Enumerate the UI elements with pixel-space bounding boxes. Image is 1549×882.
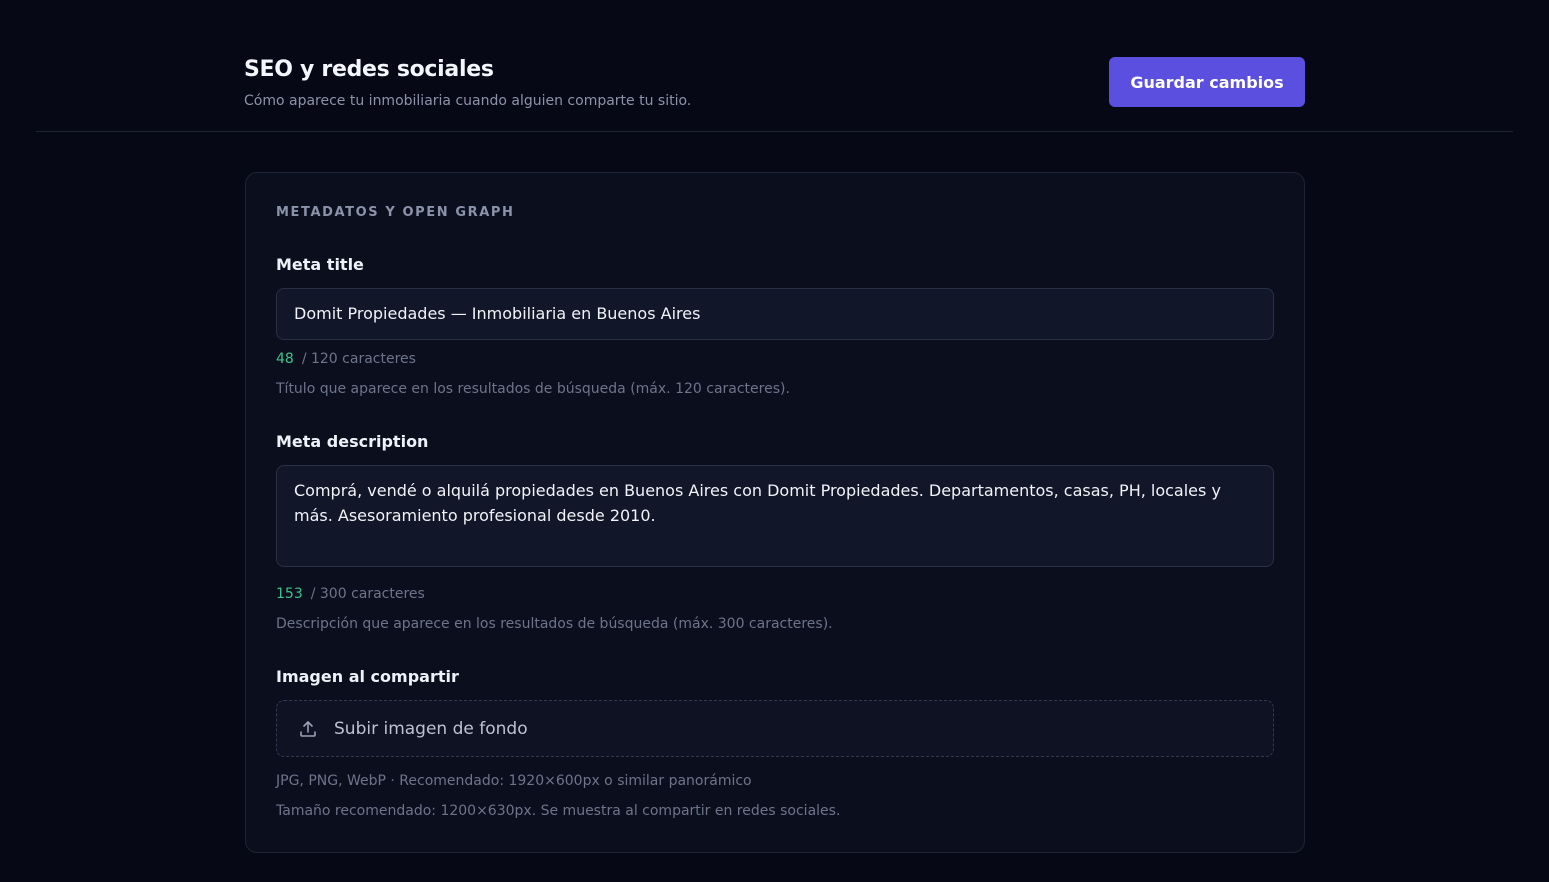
meta-title-limit: / 120 caracteres [301,351,416,367]
page-header: SEO y redes sociales Cómo aparece tu inm… [244,57,1305,117]
upload-label: Subir imagen de fondo [334,718,528,739]
meta-title-help: Título que aparece en los resultados de … [276,381,790,397]
meta-description-counter: 153 / 300 caracteres [276,586,425,602]
share-image-upload[interactable]: Subir imagen de fondo [276,700,1274,757]
meta-description-label: Meta description [276,432,429,451]
section-title: METADATOS Y OPEN GRAPH [276,205,515,220]
header-divider [36,131,1513,132]
page-title: SEO y redes sociales [244,57,494,82]
meta-description-count: 153 [276,586,303,602]
share-image-label: Imagen al compartir [276,667,459,686]
meta-title-count: 48 [276,351,294,367]
meta-description-textarea[interactable]: Comprá, vendé o alquilá propiedades en B… [276,465,1274,567]
seo-card: METADATOS Y OPEN GRAPH Meta title Domit … [245,172,1305,853]
share-image-size-hint: Tamaño recomendado: 1200×630px. Se muest… [276,803,841,819]
meta-description-limit: / 300 caracteres [310,586,425,602]
meta-title-counter: 48 / 120 caracteres [276,351,416,367]
meta-description-help: Descripción que aparece en los resultado… [276,616,833,632]
share-image-formats-hint: JPG, PNG, WebP · Recomendado: 1920×600px… [276,773,752,789]
upload-icon [298,719,318,739]
meta-title-label: Meta title [276,255,364,274]
page-subtitle: Cómo aparece tu inmobiliaria cuando algu… [244,93,692,109]
save-button[interactable]: Guardar cambios [1109,57,1305,107]
meta-title-input[interactable]: Domit Propiedades — Inmobiliaria en Buen… [276,288,1274,340]
